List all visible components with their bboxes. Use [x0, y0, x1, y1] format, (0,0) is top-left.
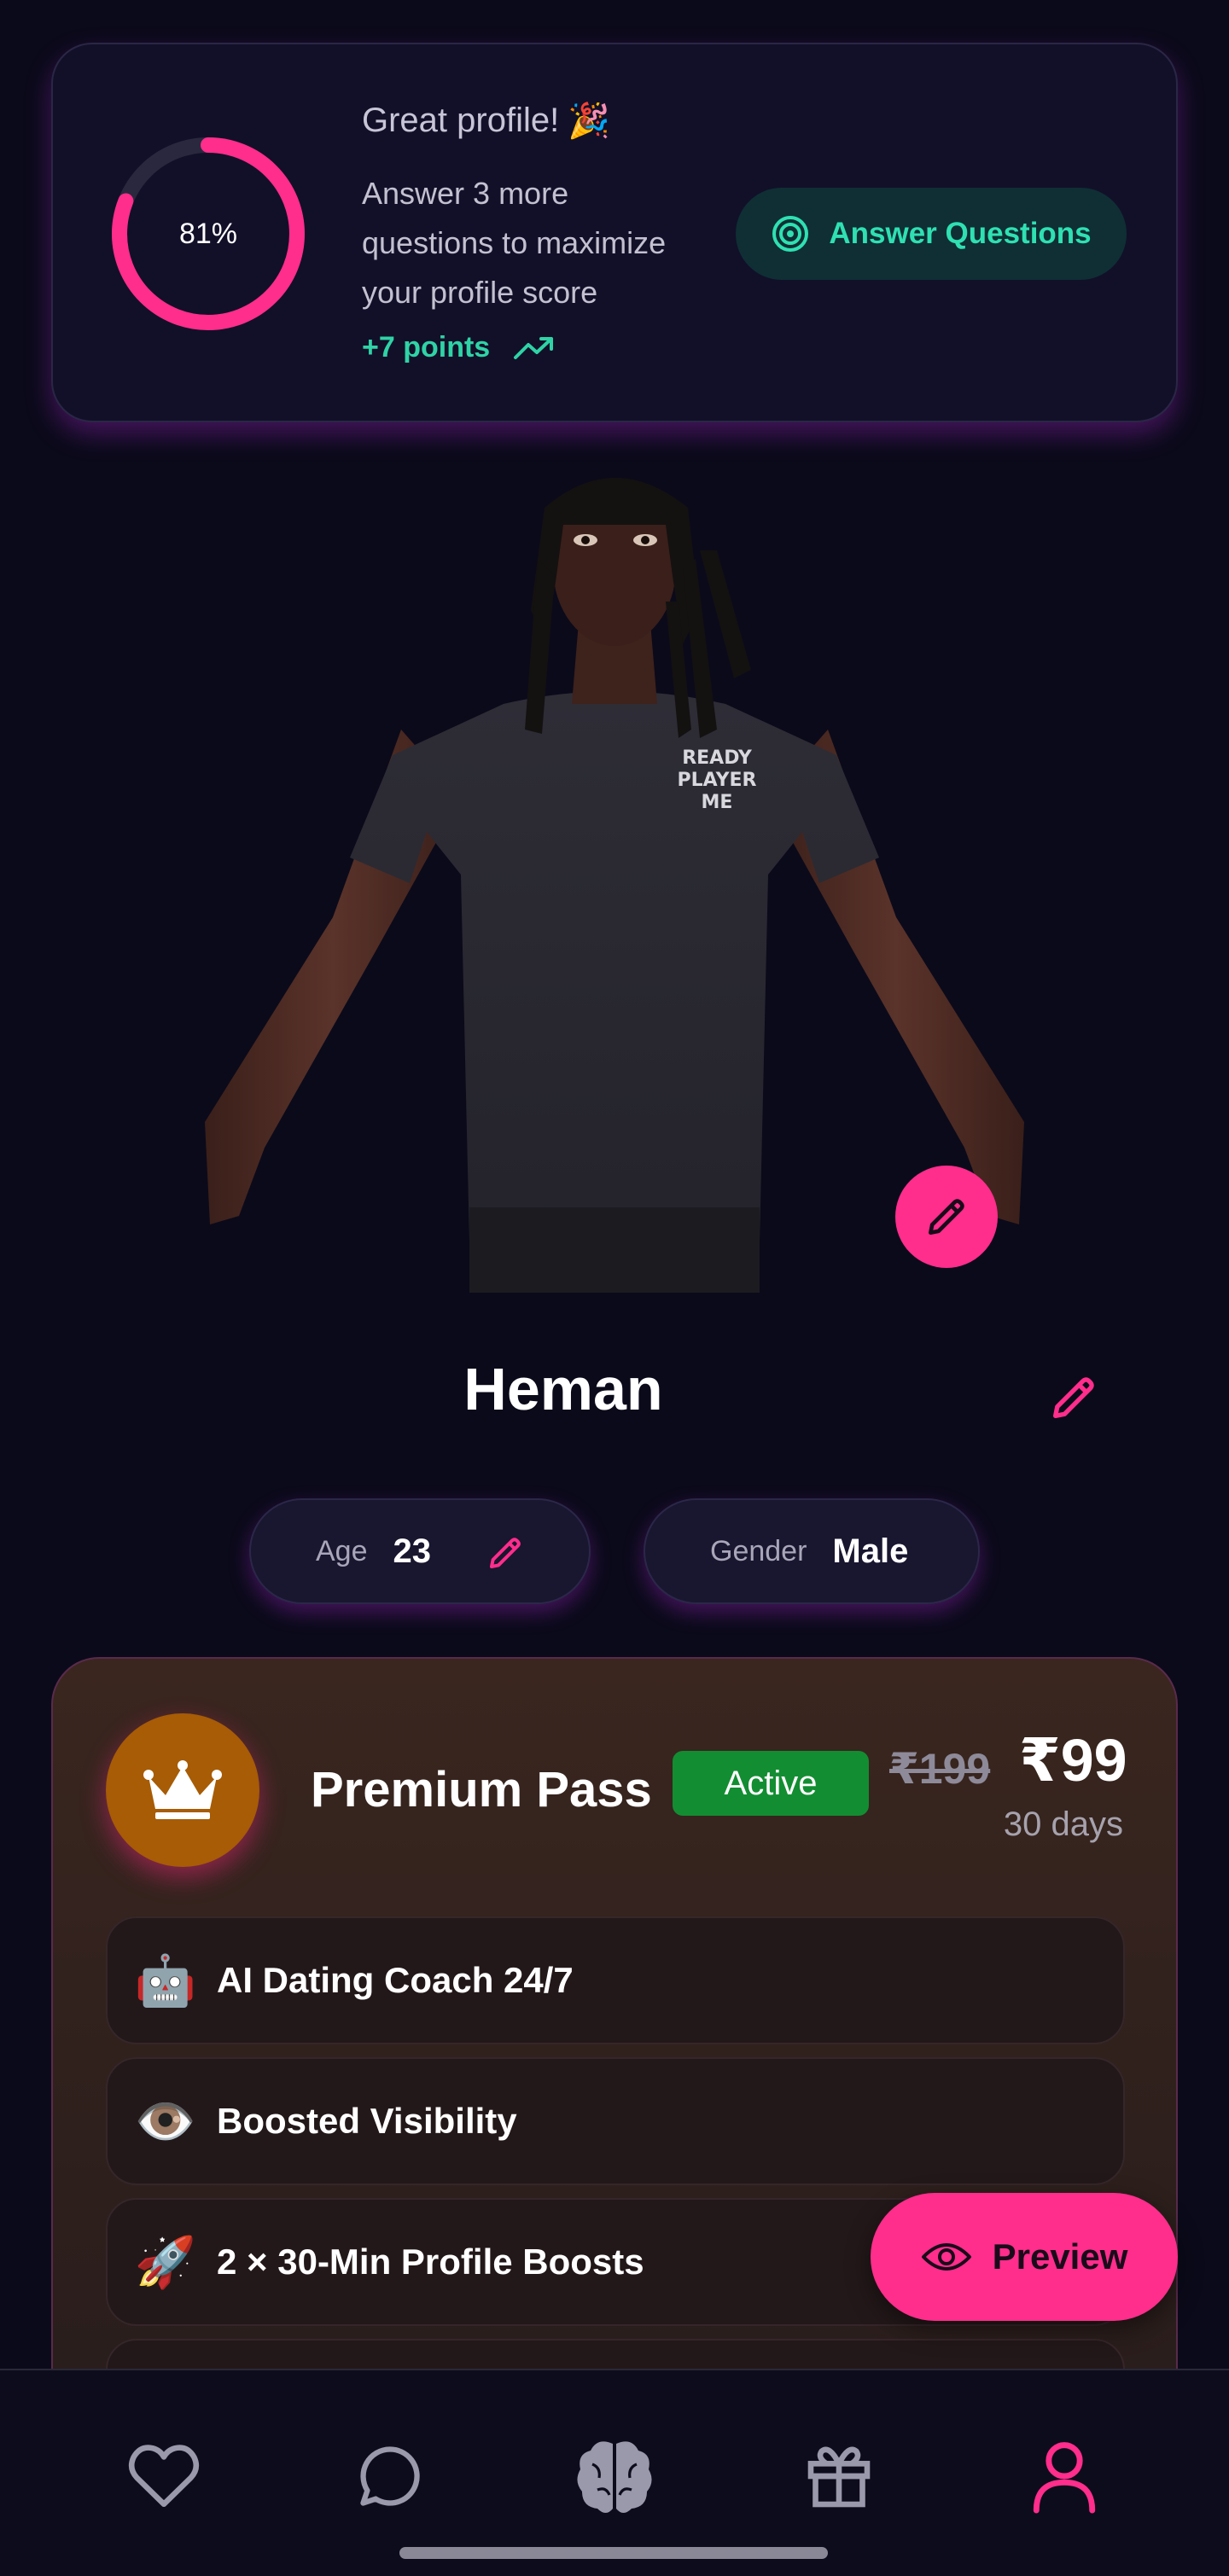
feature-item-visibility: 👁️ Boosted Visibility	[106, 2057, 1125, 2185]
points-label: +7 points	[362, 331, 491, 363]
eye-icon	[921, 2243, 971, 2271]
edit-name-pencil-icon[interactable]	[1046, 1370, 1101, 1425]
points-row: +7 points	[362, 331, 555, 364]
crown-icon	[143, 1760, 222, 1819]
trending-up-icon	[514, 336, 554, 359]
score-title-row: Great profile! 🎉	[362, 101, 610, 141]
pencil-icon	[929, 1199, 964, 1235]
avatar-3d-preview: READY PLAYER ME	[205, 474, 1024, 1293]
feature-label: AI Dating Coach 24/7	[217, 1960, 574, 2000]
age-value: 23	[393, 1532, 432, 1570]
home-indicator	[399, 2547, 828, 2559]
new-price: ₹99	[1019, 1727, 1127, 1794]
eye-icon: 👁️	[134, 2091, 197, 2150]
heart-icon	[128, 2445, 200, 2507]
gender-value: Male	[832, 1532, 909, 1570]
profile-score-percent: 81%	[178, 217, 238, 250]
edit-avatar-button[interactable]	[895, 1166, 998, 1268]
status-badge: Active	[673, 1751, 869, 1816]
bottom-navigation	[0, 2369, 1229, 2576]
feature-item-ai-coach: 🤖 AI Dating Coach 24/7	[106, 1916, 1125, 2044]
premium-pass-title: Premium Pass	[311, 1762, 652, 1817]
profile-name: Heman	[463, 1356, 663, 1422]
preview-label: Preview	[992, 2236, 1128, 2277]
brain-icon	[577, 2441, 652, 2513]
nav-ai-coach[interactable]	[572, 2434, 657, 2519]
score-title: Great profile!	[362, 102, 560, 139]
robot-icon: 🤖	[134, 1951, 197, 2009]
nav-profile[interactable]	[1022, 2434, 1107, 2519]
feature-label: 2 × 30-Min Profile Boosts	[217, 2242, 644, 2282]
nav-chat[interactable]	[347, 2434, 433, 2519]
profile-icon	[1033, 2442, 1096, 2514]
score-description: Answer 3 more questions to maximize your…	[362, 176, 667, 310]
target-icon	[772, 216, 809, 252]
crown-badge	[106, 1713, 259, 1867]
age-label: Age	[316, 1534, 368, 1567]
price-duration: 30 days	[1003, 1806, 1123, 1843]
party-popper-icon: 🎉	[568, 102, 611, 141]
shirt-print-line-1: READY	[682, 747, 753, 769]
rocket-icon: 🚀	[134, 2232, 197, 2291]
shirt-print-line-2: PLAYER	[678, 770, 757, 791]
preview-button[interactable]: Preview	[871, 2193, 1178, 2321]
gift-icon	[807, 2446, 871, 2508]
gender-label: Gender	[710, 1534, 807, 1567]
avatar-figure: READY PLAYER ME	[205, 478, 1024, 1293]
gender-pill: Gender Male	[644, 1498, 980, 1604]
shirt-print-line-3: ME	[702, 792, 733, 813]
answer-questions-label: Answer Questions	[829, 217, 1092, 250]
old-price: ₹199	[889, 1745, 991, 1793]
feature-label: Boosted Visibility	[217, 2101, 517, 2141]
age-pill[interactable]: Age 23	[249, 1498, 591, 1604]
answer-questions-button[interactable]: Answer Questions	[736, 188, 1127, 280]
nav-matches[interactable]	[121, 2434, 207, 2519]
chat-icon	[360, 2446, 420, 2506]
profile-score-card: 81% Great profile! 🎉 Answer 3 more quest…	[51, 43, 1178, 422]
nav-gifts[interactable]	[796, 2434, 882, 2519]
edit-age-pencil-icon[interactable]	[485, 1532, 526, 1573]
